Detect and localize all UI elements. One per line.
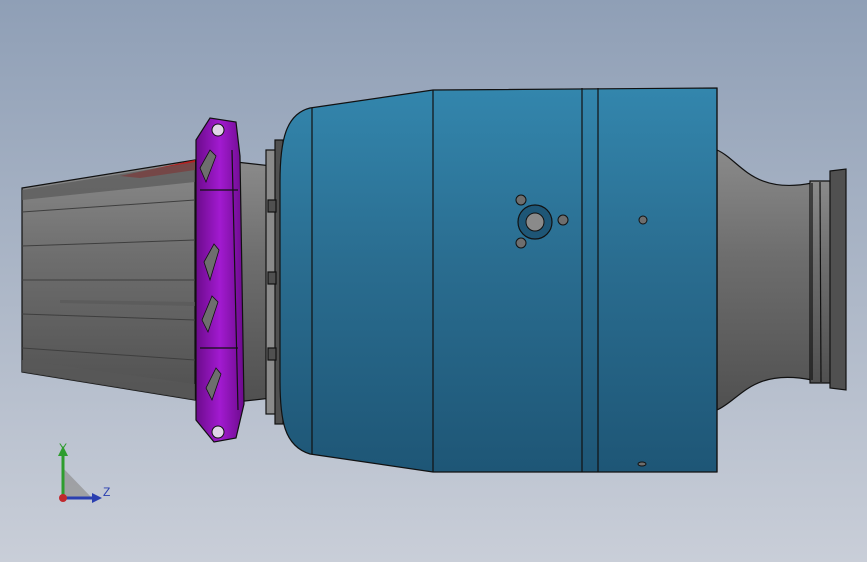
y-axis-label: Y [59,441,68,455]
drain-slot[interactable] [637,461,647,467]
z-axis-arrowhead [92,493,102,503]
view-orientation-triad[interactable]: Y Z [50,440,120,510]
triad-plane [63,468,92,498]
turbine-model-scene[interactable] [0,0,867,562]
exhaust-nozzle[interactable] [716,149,847,411]
engine-casing[interactable] [279,87,718,473]
z-axis-label: Z [103,485,111,499]
x-axis-origin [59,494,67,502]
cad-graphics-viewport[interactable]: Y Z [0,0,867,562]
sensor-port[interactable] [638,215,648,225]
intake-cone[interactable] [21,159,196,401]
mounting-bracket[interactable] [195,117,245,443]
